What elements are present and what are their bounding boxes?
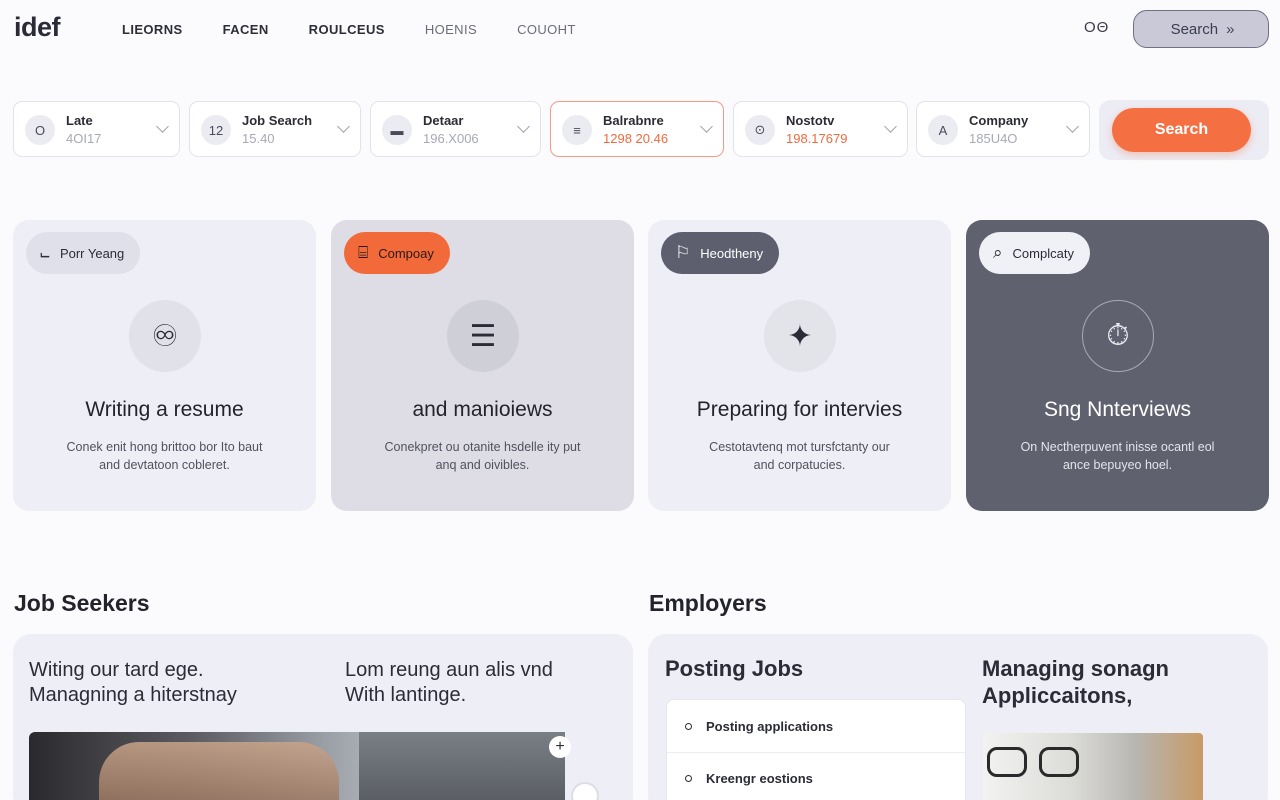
filter-label: Company [969, 113, 1029, 128]
search-button[interactable]: Search [1112, 108, 1251, 152]
number-icon: 12 [201, 115, 231, 145]
chevron-down-icon [156, 120, 169, 133]
user-icon[interactable]: OΘ [1084, 19, 1109, 36]
filter-late[interactable]: O Late 4OI17 [13, 101, 180, 157]
section-title-job-seekers: Job Seekers [14, 590, 150, 616]
nav-link-5[interactable]: COUOHT [517, 22, 576, 37]
card-tag-label: Heodtheny [700, 245, 764, 261]
card-preparing-interviews[interactable]: ⚐ Heodtheny ✦ Preparing for intervies Ce… [648, 220, 951, 511]
list-item-label: Posting applications [706, 718, 834, 734]
card-tag[interactable]: ⚐ Heodtheny [661, 232, 780, 274]
job-seekers-left-text: Witing our tard ege. Managning a hiterst… [29, 659, 237, 706]
card-description: Conekpret ou otanite hsdelle ity put anq… [384, 440, 581, 472]
filter-nostotv[interactable]: ⊙ Nostotv 198.17679 [733, 101, 908, 157]
chevron-down-icon [700, 120, 713, 133]
card-description: On Nectherpuvent inisse ocantl eol ance … [1020, 440, 1215, 472]
card-tag[interactable]: ⌸ Compoay [344, 232, 450, 274]
card-title: Writing a resume [85, 398, 244, 421]
filter-detaar[interactable]: ▬ Detaar 196.X006 [370, 101, 541, 157]
filter-balrabnre[interactable]: ≡ Balrabnre 1298 20.46 [550, 101, 724, 157]
photo-hand [99, 742, 339, 800]
filter-company[interactable]: A Company 185U4O [916, 101, 1090, 157]
filter-label: Late [66, 113, 93, 128]
nav-link-3[interactable]: ROULCEUS [309, 22, 385, 37]
card-tag-label: Complcaty [1012, 245, 1074, 261]
top-navigation: idef LIEORNS FACEN ROULCEUS HOENIS COUOH… [0, 0, 1280, 60]
filter-value: 196.X006 [423, 131, 479, 146]
card-tag[interactable]: ⨽ Porr Yeang [26, 232, 141, 274]
chevron-down-icon [517, 120, 530, 133]
nav-link-1[interactable]: LIEORNS [122, 22, 183, 37]
card-tag-label: Compoay [378, 245, 434, 261]
search-button-wrapper: Search [1099, 100, 1269, 160]
minus-icon: ▬ [382, 115, 412, 145]
avatar[interactable] [571, 782, 599, 800]
top-search-button[interactable]: Search » [1133, 10, 1269, 48]
resume-icon: ♾ [129, 300, 201, 372]
card-title: Sng Nnterviews [1043, 398, 1192, 421]
section-title-employers: Employers [649, 590, 767, 616]
nav-links: LIEORNS FACEN ROULCEUS HOENIS COUOHT [122, 22, 616, 37]
chevron-down-icon [1066, 120, 1079, 133]
list-item-label: Kreengr eostions [706, 771, 813, 786]
photo-building [359, 732, 565, 800]
logo[interactable]: idef [14, 12, 61, 43]
chevron-down-icon [884, 120, 897, 133]
posting-list: Posting applications Kreengr eostions [666, 699, 967, 800]
nav-link-2[interactable]: FACEN [223, 22, 269, 37]
job-seekers-photo: + [29, 732, 599, 800]
card-title: Preparing for intervies [696, 398, 903, 421]
search-icon: ⌕ [993, 243, 1003, 262]
top-search-label: Search [1170, 20, 1219, 38]
card-manioiews[interactable]: ⌸ Compoay ☰ and manioiews Conekpret ou o… [331, 220, 634, 511]
network-icon: ✦ [764, 300, 836, 372]
double-chevron-icon: » [1226, 20, 1235, 38]
filter-value: 4OI17 [66, 131, 102, 146]
card-title: and manioiews [412, 398, 553, 421]
timer-icon: ⏱ [1082, 300, 1154, 372]
filter-label: Detaar [423, 113, 464, 128]
filter-label: Job Search [242, 113, 313, 128]
bullet-icon [685, 722, 692, 730]
lens-shape [987, 747, 1027, 777]
circle-icon: O [25, 115, 55, 145]
filter-value: 1298 20.46 [603, 131, 669, 146]
card-tag[interactable]: ⌕ Complcaty [979, 232, 1090, 274]
list-item[interactable]: Kreengr eostions [667, 752, 967, 800]
location-icon: ⊙ [745, 115, 775, 145]
filter-value: 185U4O [969, 131, 1018, 146]
pen-icon: ⨽ [40, 243, 50, 262]
posting-jobs-title: Posting Jobs [665, 656, 804, 681]
menu-icon: ≡ [562, 115, 592, 145]
list-item[interactable]: Posting applications [667, 700, 967, 752]
card-nnterviews[interactable]: ⌕ Complcaty ⏱ Sng Nnterviews On Nectherp… [966, 220, 1269, 511]
card-tag-label: Porr Yeang [59, 245, 125, 261]
lens-shape [1039, 747, 1079, 777]
filter-value: 15.40 [242, 131, 275, 146]
document-icon: ☰ [447, 300, 519, 372]
add-icon[interactable]: + [549, 736, 571, 758]
company-icon: A [928, 115, 958, 145]
filter-value: 198.17679 [786, 131, 848, 146]
bullet-icon [685, 775, 692, 782]
managing-applications-title: Managing sonagn Appliccaitons, [982, 656, 1169, 708]
job-seekers-right-text: Lom reung aun alis vnd With lantinge. [345, 659, 553, 706]
glasses-photo [983, 733, 1203, 800]
card-writing-resume[interactable]: ⨽ Porr Yeang ♾ Writing a resume Conek en… [13, 220, 316, 511]
filter-job-search[interactable]: 12 Job Search 15.40 [189, 101, 361, 157]
card-description: Conek enit hong brittoo bor Ito baut and… [66, 440, 263, 472]
chevron-down-icon [337, 120, 350, 133]
chat-icon: ⚐ [675, 243, 691, 262]
nav-link-4[interactable]: HOENIS [425, 22, 477, 37]
briefcase-icon: ⌸ [358, 243, 369, 262]
filter-label: Balrabnre [603, 113, 664, 128]
filter-label: Nostotv [786, 113, 835, 128]
card-description: Cestotavtenq mot tursfctanty our and cor… [709, 440, 890, 472]
